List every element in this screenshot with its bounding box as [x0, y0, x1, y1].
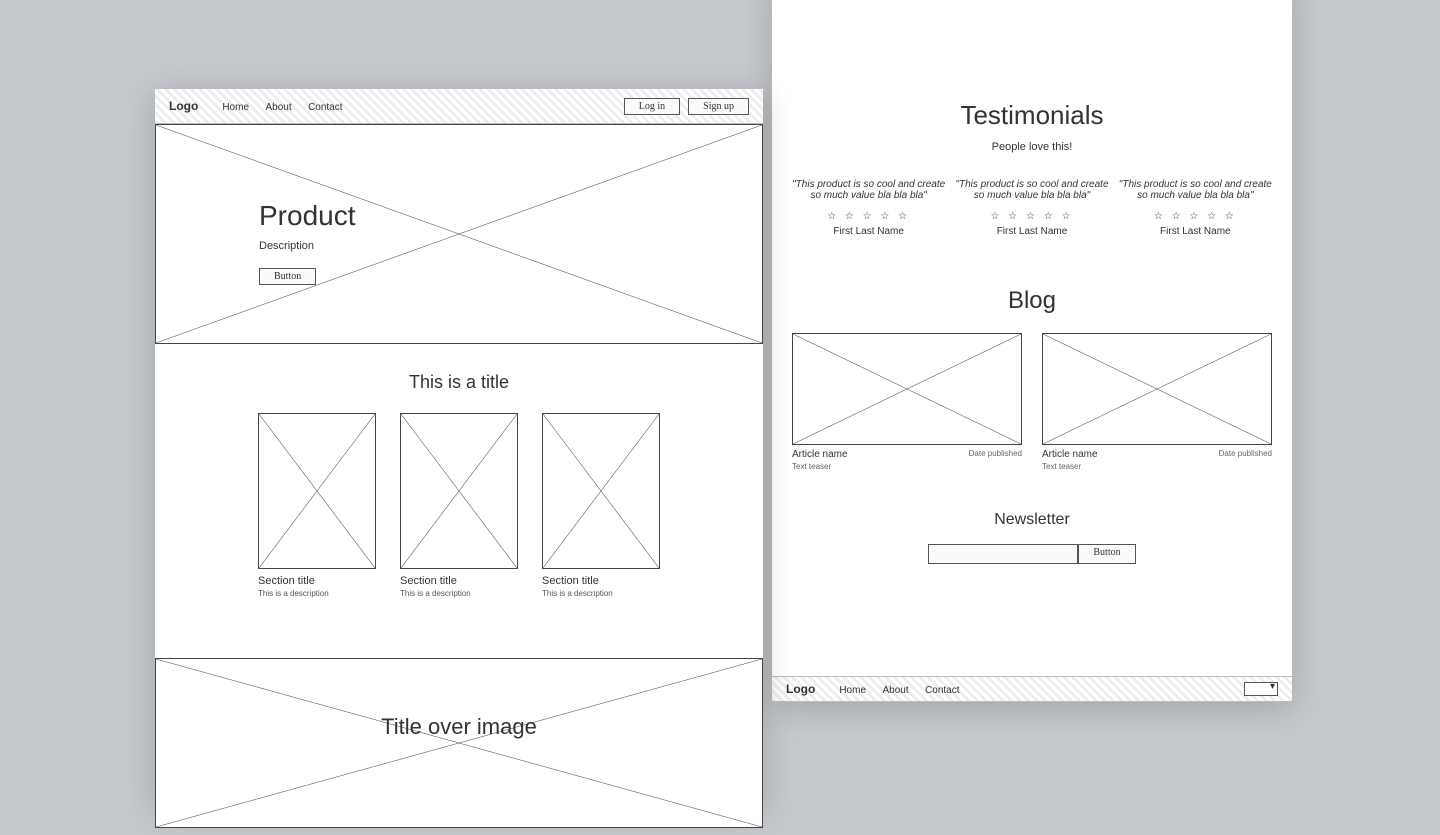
feature-card-desc: This is a description	[400, 589, 518, 598]
footer-nav-home[interactable]: Home	[839, 685, 866, 696]
hero-title: Product	[259, 200, 356, 232]
blog-title: Blog	[792, 287, 1272, 315]
image-overlay-section: Title over image	[155, 658, 763, 828]
testimonials-subtitle: People love this!	[792, 141, 1272, 153]
testimonial-author: First Last Name	[1119, 226, 1272, 237]
blog-date: Date published	[969, 449, 1022, 460]
header: Logo Home About Contact Log in Sign up	[155, 88, 763, 124]
newsletter-submit-button[interactable]: Button	[1078, 544, 1135, 564]
blog-teaser: Text teaser	[792, 462, 1022, 471]
feature-card: Section title This is a description	[542, 413, 660, 598]
testimonial-author: First Last Name	[955, 226, 1108, 237]
testimonial-item: "This product is so cool and create so m…	[1119, 179, 1272, 237]
blog-date: Date published	[1219, 449, 1272, 460]
star-rating-icon: ☆ ☆ ☆ ☆ ☆	[955, 211, 1108, 222]
nav-about[interactable]: About	[265, 102, 291, 113]
blog-teaser: Text teaser	[1042, 462, 1272, 471]
image-placeholder-icon	[258, 413, 376, 569]
footer-logo[interactable]: Logo	[786, 682, 815, 696]
testimonials-section: Testimonials People love this! "This pro…	[772, 0, 1292, 257]
feature-card: Section title This is a description	[400, 413, 518, 598]
footer-nav-about[interactable]: About	[882, 685, 908, 696]
wireframe-page-2: Testimonials People love this! "This pro…	[772, 0, 1292, 702]
image-placeholder-icon	[542, 413, 660, 569]
image-placeholder-icon	[1042, 333, 1272, 445]
features-section: This is a title Section title This is a …	[155, 344, 763, 638]
testimonial-item: "This product is so cool and create so m…	[955, 179, 1108, 237]
nav-contact[interactable]: Contact	[308, 102, 342, 113]
feature-card-title: Section title	[542, 575, 660, 587]
feature-card-title: Section title	[400, 575, 518, 587]
footer: Logo Home About Contact	[772, 676, 1292, 702]
image-placeholder-icon	[400, 413, 518, 569]
footer-nav-contact[interactable]: Contact	[925, 685, 959, 696]
newsletter-title: Newsletter	[772, 511, 1292, 529]
hero-cta-button[interactable]: Button	[259, 268, 316, 285]
feature-card: Section title This is a description	[258, 413, 376, 598]
hero-description: Description	[259, 240, 356, 252]
feature-card-desc: This is a description	[258, 589, 376, 598]
newsletter-section: Newsletter Button	[772, 471, 1292, 594]
feature-card-desc: This is a description	[542, 589, 660, 598]
features-title: This is a title	[155, 372, 763, 393]
image-placeholder-icon	[792, 333, 1022, 445]
testimonial-author: First Last Name	[792, 226, 945, 237]
blog-section: Blog Article name Date published Text te…	[772, 257, 1292, 471]
star-rating-icon: ☆ ☆ ☆ ☆ ☆	[792, 211, 945, 222]
testimonials-title: Testimonials	[792, 100, 1272, 131]
login-button[interactable]: Log in	[624, 98, 680, 115]
nav-home[interactable]: Home	[222, 102, 249, 113]
wireframe-page-1: Logo Home About Contact Log in Sign up P…	[155, 88, 763, 808]
star-rating-icon: ☆ ☆ ☆ ☆ ☆	[1119, 211, 1272, 222]
blog-article-title: Article name	[1042, 449, 1098, 460]
image-placeholder-icon	[155, 658, 763, 828]
overlay-title: Title over image	[155, 714, 763, 740]
header-logo[interactable]: Logo	[169, 99, 198, 113]
header-nav: Home About Contact	[222, 97, 354, 115]
hero-section: Product Description Button	[155, 124, 763, 344]
newsletter-input[interactable]	[928, 544, 1078, 564]
testimonial-quote: "This product is so cool and create so m…	[792, 179, 945, 201]
blog-card[interactable]: Article name Date published Text teaser	[792, 333, 1022, 471]
testimonial-quote: "This product is so cool and create so m…	[955, 179, 1108, 201]
hero-image-placeholder-icon	[155, 124, 763, 344]
testimonial-quote: "This product is so cool and create so m…	[1119, 179, 1272, 201]
feature-card-title: Section title	[258, 575, 376, 587]
blog-card[interactable]: Article name Date published Text teaser	[1042, 333, 1272, 471]
footer-nav: Home About Contact	[839, 680, 971, 698]
signup-button[interactable]: Sign up	[688, 98, 749, 115]
footer-dropdown[interactable]	[1244, 682, 1278, 696]
blog-article-title: Article name	[792, 449, 848, 460]
testimonial-item: "This product is so cool and create so m…	[792, 179, 945, 237]
